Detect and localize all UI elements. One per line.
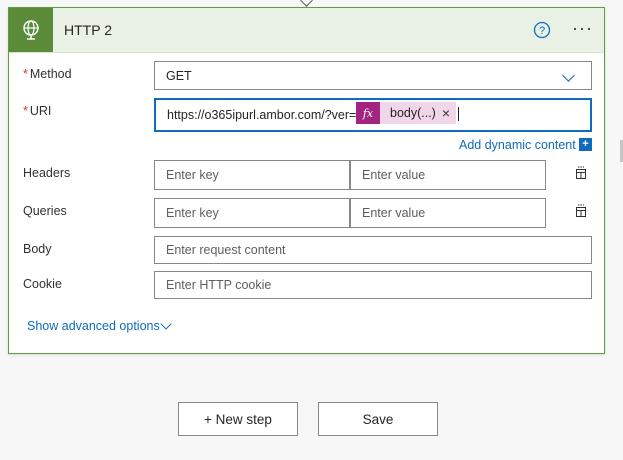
close-icon[interactable]: ×: [442, 105, 456, 121]
required-mark: *: [23, 104, 28, 118]
show-advanced-options-link[interactable]: Show advanced options: [27, 319, 160, 333]
text-cursor: [458, 107, 459, 121]
card-title[interactable]: HTTP 2: [64, 22, 112, 38]
uri-input[interactable]: https://o365ipurl.ambor.com/?ver= fx bod…: [154, 98, 592, 132]
body-input[interactable]: Enter request content: [154, 236, 592, 264]
queries-value-input[interactable]: Enter value: [350, 198, 546, 228]
queries-label: Queries: [23, 204, 67, 218]
headers-value-input[interactable]: Enter value: [350, 160, 546, 190]
switch-to-text-icon[interactable]: [574, 166, 588, 180]
card-header[interactable]: HTTP 2 ? ···: [9, 8, 604, 53]
uri-label: * URI: [23, 104, 51, 118]
dynamic-content-token[interactable]: fx body(...) ×: [356, 102, 457, 124]
method-label: * Method: [23, 67, 72, 81]
uri-label-text: URI: [29, 104, 52, 118]
headers-label: Headers: [23, 166, 71, 180]
flow-connector-arrow: [300, 0, 313, 7]
cookie-input[interactable]: Enter HTTP cookie: [154, 271, 592, 299]
required-mark: *: [23, 67, 28, 81]
chevron-down-icon[interactable]: [160, 318, 172, 330]
method-label-text: Method: [29, 67, 72, 81]
svg-text:?: ?: [539, 25, 545, 37]
function-icon: fx: [356, 102, 380, 124]
switch-to-text-icon[interactable]: [574, 204, 588, 218]
more-options-icon[interactable]: ···: [572, 19, 593, 37]
queries-key-input[interactable]: Enter key: [154, 198, 350, 228]
new-step-button[interactable]: + New step: [178, 402, 298, 436]
help-circle-icon[interactable]: ?: [533, 21, 551, 39]
save-button[interactable]: Save: [318, 402, 438, 436]
add-dynamic-content-link[interactable]: Add dynamic content: [459, 138, 576, 152]
method-dropdown[interactable]: GET: [154, 61, 592, 90]
chevron-down-icon[interactable]: [562, 69, 575, 82]
method-value: GET: [166, 68, 192, 83]
http-action-card: HTTP 2 ? ··· * Method GET * URI https://o3…: [8, 7, 605, 354]
plus-icon[interactable]: +: [579, 138, 592, 151]
headers-key-input[interactable]: Enter key: [154, 160, 350, 190]
uri-text: https://o365ipurl.ambor.com/?ver=: [167, 108, 357, 122]
cookie-label: Cookie: [23, 277, 62, 291]
token-label: body(...): [390, 106, 436, 120]
globe-icon: [9, 8, 53, 52]
body-label: Body: [23, 242, 52, 256]
